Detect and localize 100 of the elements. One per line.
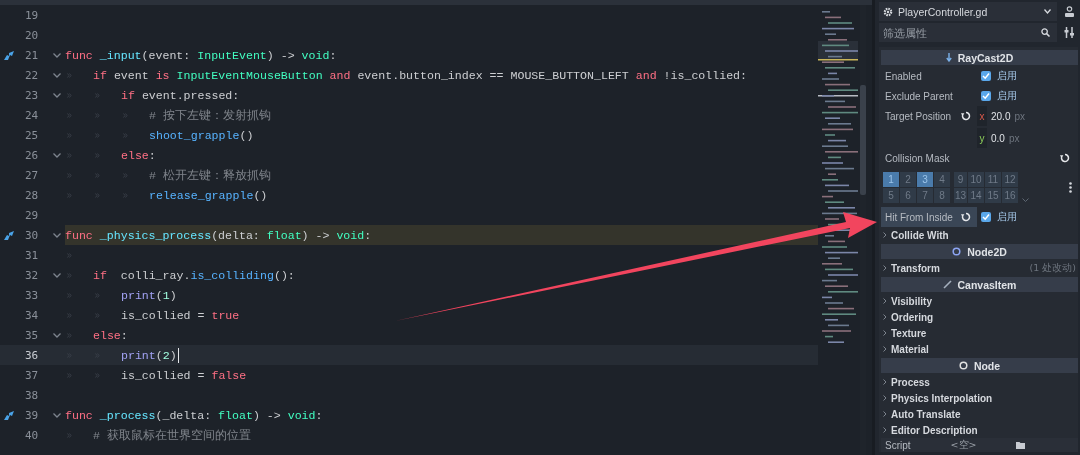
axis-label: x	[977, 106, 987, 126]
chevron-icon[interactable]	[883, 314, 887, 320]
number-field[interactable]: 20.0	[991, 110, 1011, 122]
code-line: is_collied = true	[121, 308, 240, 322]
chevron-icon[interactable]	[883, 232, 887, 238]
property-group[interactable]: Editor Description	[891, 424, 978, 436]
section-header: CanvasItem	[881, 277, 1078, 292]
chevron-icon[interactable]	[883, 427, 887, 433]
layer-toggle[interactable]: 12	[1002, 172, 1018, 187]
line-number: 26	[24, 148, 40, 162]
layer-toggle[interactable]: 13	[954, 188, 967, 203]
reset-icon[interactable]	[961, 111, 971, 121]
unit-label: px	[1014, 110, 1026, 122]
reset-icon[interactable]	[1060, 153, 1070, 163]
layer-toggle[interactable]: 1	[883, 172, 899, 187]
line-number: 31	[24, 248, 40, 262]
override-icon[interactable]	[3, 409, 15, 421]
line-number: 39	[24, 408, 40, 422]
property-group[interactable]: Transform	[891, 262, 940, 274]
property-group[interactable]: Physics Interpolation	[891, 392, 993, 404]
chevron-icon[interactable]	[883, 346, 887, 352]
caret-icon[interactable]	[1022, 198, 1029, 202]
code-line: release_grapple()	[149, 188, 268, 202]
section-header: RayCast2D	[881, 50, 1078, 65]
property-group[interactable]: Collide With	[891, 229, 949, 241]
layer-toggle[interactable]: 15	[985, 188, 1001, 203]
gear-icon	[883, 6, 893, 17]
layer-toggle[interactable]: 4	[934, 172, 950, 187]
layer-toggle[interactable]: 8	[934, 188, 950, 203]
filter-field[interactable]: 筛选属性	[879, 23, 1057, 42]
property-group[interactable]: Auto Translate	[891, 408, 961, 420]
line-number: 23	[24, 88, 40, 102]
layer-toggle[interactable]: 5	[883, 188, 899, 203]
code-line: # 按下左键：发射抓钩	[149, 107, 271, 123]
section-header: Node	[881, 358, 1078, 373]
chevron-icon[interactable]	[883, 298, 887, 304]
tools-icon[interactable]	[1064, 27, 1075, 38]
line-number: 36	[24, 348, 40, 362]
layer-toggle[interactable]: 10	[968, 172, 984, 187]
line-number: 38	[24, 388, 40, 402]
property-group[interactable]: Material	[891, 343, 929, 355]
property-label: Exclude Parent	[885, 90, 953, 102]
property-group[interactable]: Visibility	[891, 295, 932, 307]
override-icon[interactable]	[3, 49, 15, 61]
line-number: 33	[24, 288, 40, 302]
reset-icon[interactable]	[961, 212, 971, 222]
layer-toggle[interactable]: 2	[900, 172, 916, 187]
help-docs-icon[interactable]	[1064, 5, 1075, 18]
line-number: 27	[24, 168, 40, 182]
layer-toggle[interactable]: 14	[968, 188, 984, 203]
chevron-icon[interactable]	[883, 379, 887, 385]
override-icon[interactable]	[3, 229, 15, 241]
property-label: Enabled	[885, 70, 922, 82]
layer-toggle[interactable]: 16	[1002, 188, 1018, 203]
script-selector[interactable]: PlayerController.gd	[879, 2, 1057, 21]
chevron-icon[interactable]	[883, 395, 887, 401]
more-icon[interactable]	[1069, 182, 1072, 193]
line-number: 40	[24, 428, 40, 442]
checkbox[interactable]	[981, 212, 991, 222]
checkbox-label: 启用	[997, 69, 1017, 83]
code-line: if event.pressed:	[121, 88, 240, 102]
layer-toggle[interactable]: 7	[917, 188, 933, 203]
code-line: else:	[121, 148, 156, 162]
property-label: Target Position	[885, 110, 952, 122]
code-line: func _physics_process(delta: float) -> void:	[65, 228, 372, 242]
scrollbar[interactable]	[860, 85, 866, 195]
layer-toggle[interactable]: 3	[917, 172, 933, 187]
chevron-icon[interactable]	[883, 411, 887, 417]
code-line: if event is InputEventMouseButton and event.button_index == MOUSE_BUTTON_LEFT and !is_collied:	[93, 68, 748, 82]
layer-toggle[interactable]: 6	[900, 188, 916, 203]
property-group[interactable]: Texture	[891, 327, 927, 339]
checkbox-label: 启用	[997, 89, 1017, 103]
checkbox[interactable]	[981, 71, 991, 81]
line-number: 21	[24, 48, 40, 62]
line-number: 29	[24, 208, 40, 222]
chevron-icon[interactable]	[883, 330, 887, 336]
line-number: 25	[24, 128, 40, 142]
line-number: 32	[24, 268, 40, 282]
text-cursor	[177, 347, 179, 363]
code-line: print(1)	[121, 288, 177, 302]
folder-icon[interactable]	[1016, 441, 1026, 449]
code-line: shoot_grapple()	[149, 128, 254, 142]
axis-label: y	[977, 128, 987, 148]
ring-icon	[952, 247, 962, 256]
code-line: func _input(event: InputEvent) -> void:	[65, 48, 337, 62]
checkbox[interactable]	[981, 91, 991, 101]
line-number: 20	[24, 28, 40, 42]
section-header: Node2D	[881, 244, 1078, 259]
property-group[interactable]: Process	[891, 376, 930, 388]
pencil-icon	[942, 280, 952, 289]
script-value[interactable]: <空>	[950, 438, 977, 452]
property-label: Collision Mask	[885, 152, 950, 164]
layer-toggle[interactable]: 11	[985, 172, 1001, 187]
property-group[interactable]: Ordering	[891, 311, 934, 323]
line-number: 35	[24, 328, 40, 342]
chevron-icon[interactable]	[883, 265, 887, 271]
ring-icon	[958, 361, 968, 370]
number-field[interactable]: 0.0	[991, 132, 1005, 144]
property-label: Script	[885, 439, 911, 451]
code-line: if colli_ray.is_colliding():	[93, 268, 295, 282]
